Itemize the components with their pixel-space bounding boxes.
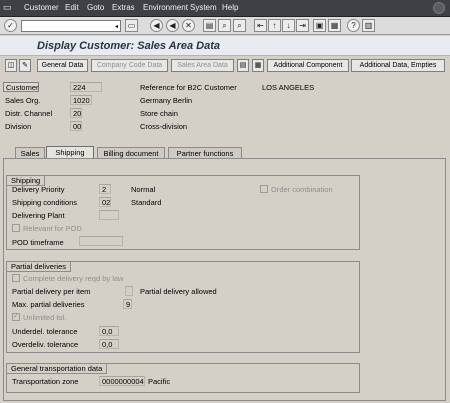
print-preview-icon[interactable]: ▦ [252,59,264,72]
division-description: Cross-division [140,122,188,131]
sales-org-label: Sales Org. [5,96,41,105]
menu-edit[interactable]: Edit [65,3,79,12]
other-customer-icon[interactable]: ◫ [5,59,17,72]
shipping-conditions-label: Shipping conditions [12,198,78,207]
menu-bar: ▭ Customer Edit Goto Extras Environment … [0,0,450,17]
transportation-group-title: General transportation data [6,363,108,374]
shipping-conditions-field: 02 [99,197,111,207]
partial-deliveries-group-title: Partial deliveries [6,261,72,272]
sales-org-field: 1020 [70,95,92,105]
delivery-priority-label: Delivery Priority [12,185,65,194]
new-session-icon[interactable]: ▣ [313,19,326,32]
relevant-for-pod-checkbox[interactable] [12,224,20,232]
distr-channel-description: Store chain [140,109,178,118]
max-partial-label: Max. partial deliveries [12,300,85,309]
overdeliv-tolerance-label: Overdeliv. tolerance [12,340,79,349]
back-icon[interactable]: ◀ [150,19,163,32]
additional-component-button[interactable]: Additional Component [267,59,349,72]
delivery-priority-description: Normal [131,185,156,194]
menu-system[interactable]: System [190,3,217,12]
unlimited-tol-label: Unlimited tol. [23,313,67,322]
delivery-priority-field: 2 [99,184,111,194]
menu-environment[interactable]: Environment [143,3,188,12]
customer-city: LOS ANGELES [262,83,315,92]
find-icon[interactable]: ⌕ [218,19,231,32]
shortcut-icon[interactable]: ▦ [328,19,341,32]
command-field[interactable] [21,20,121,32]
command-history-icon[interactable]: ◂ [112,23,121,31]
company-code-data-button[interactable]: Company Code Data [91,59,168,72]
customer-description: Reference for B2C Customer [140,83,237,92]
partial-per-item-field [125,286,133,296]
sap-logo-icon [433,2,445,14]
max-partial-field: 9 [123,299,132,309]
display-change-icon[interactable]: ✎ [19,59,31,72]
menu-extras[interactable]: Extras [112,3,135,12]
pod-timeframe-field [79,236,123,246]
delivering-plant-label: Delivering Plant [12,211,65,220]
complete-delivery-checkbox[interactable] [12,274,20,282]
transportation-zone-label: Transportation zone [12,377,79,386]
help-icon[interactable]: ? [347,19,360,32]
distr-channel-label: Distr. Channel [5,109,53,118]
partial-per-item-label: Partial delivery per item [12,287,91,296]
transportation-zone-field: 0000000004 [99,376,145,386]
save-icon[interactable]: ▭ [125,19,138,32]
order-combination-label: Order combination [271,185,333,194]
exit-icon[interactable]: ◀ [166,19,179,32]
customer-field: 224 [70,82,102,92]
unlimited-tol-checkbox[interactable] [12,312,20,321]
division-label: Division [5,122,32,131]
first-page-icon[interactable]: ⇤ [254,19,267,32]
general-data-button[interactable]: General Data [37,59,88,72]
find-next-icon[interactable]: ⌕ [233,19,246,32]
title-bar: Display Customer: Sales Area Data [0,36,450,56]
pod-timeframe-label: POD timeframe [12,238,64,247]
last-page-icon[interactable]: ⇥ [296,19,309,32]
underdel-tolerance-field: 0,0 [99,326,119,336]
complete-delivery-label: Complete delivery reqd by law [23,274,124,283]
additional-data-empties-button[interactable]: Additional Data, Empties [351,59,445,72]
enter-icon[interactable]: ✓ [4,19,17,32]
next-page-icon[interactable]: ↓ [282,19,295,32]
transportation-zone-description: Pacific [148,377,171,386]
print-icon[interactable]: ▤ [203,19,216,32]
menu-goto[interactable]: Goto [87,3,104,12]
application-toolbar: ◫ ✎ General Data Company Code Data Sales… [0,57,450,74]
prev-page-icon[interactable]: ↑ [268,19,281,32]
relevant-for-pod-label: Relevant for POD [23,224,82,233]
standard-toolbar: ✓ ◂ ▭ ◀ ◀ ✕ ▤ ⌕ ⌕ ⇤ ↑ ↓ ⇥ ▣ ▦ ? ▥ [0,17,450,35]
shipping-conditions-description: Standard [131,198,162,207]
order-combination-checkbox[interactable] [260,185,268,193]
page-title: Display Customer: Sales Area Data [37,40,220,52]
document-icon[interactable]: ▤ [237,59,249,72]
overdeliv-tolerance-field: 0,0 [99,339,119,349]
menu-help[interactable]: Help [222,3,238,12]
window-menu-icon[interactable]: ▭ [3,2,12,13]
sales-org-description: Germany Berlin [140,96,193,105]
layout-icon[interactable]: ▥ [362,19,375,32]
underdel-tolerance-label: Underdel. tolerance [12,327,78,336]
distr-channel-field: 20 [70,108,82,118]
partial-per-item-description: Partial delivery allowed [140,287,217,296]
division-field: 00 [70,121,82,131]
menu-customer[interactable]: Customer [24,3,59,12]
cancel-icon[interactable]: ✕ [182,19,195,32]
customer-label: Customer [3,82,39,92]
delivering-plant-field [99,210,119,220]
sales-area-data-button[interactable]: Sales Area Data [171,59,234,72]
